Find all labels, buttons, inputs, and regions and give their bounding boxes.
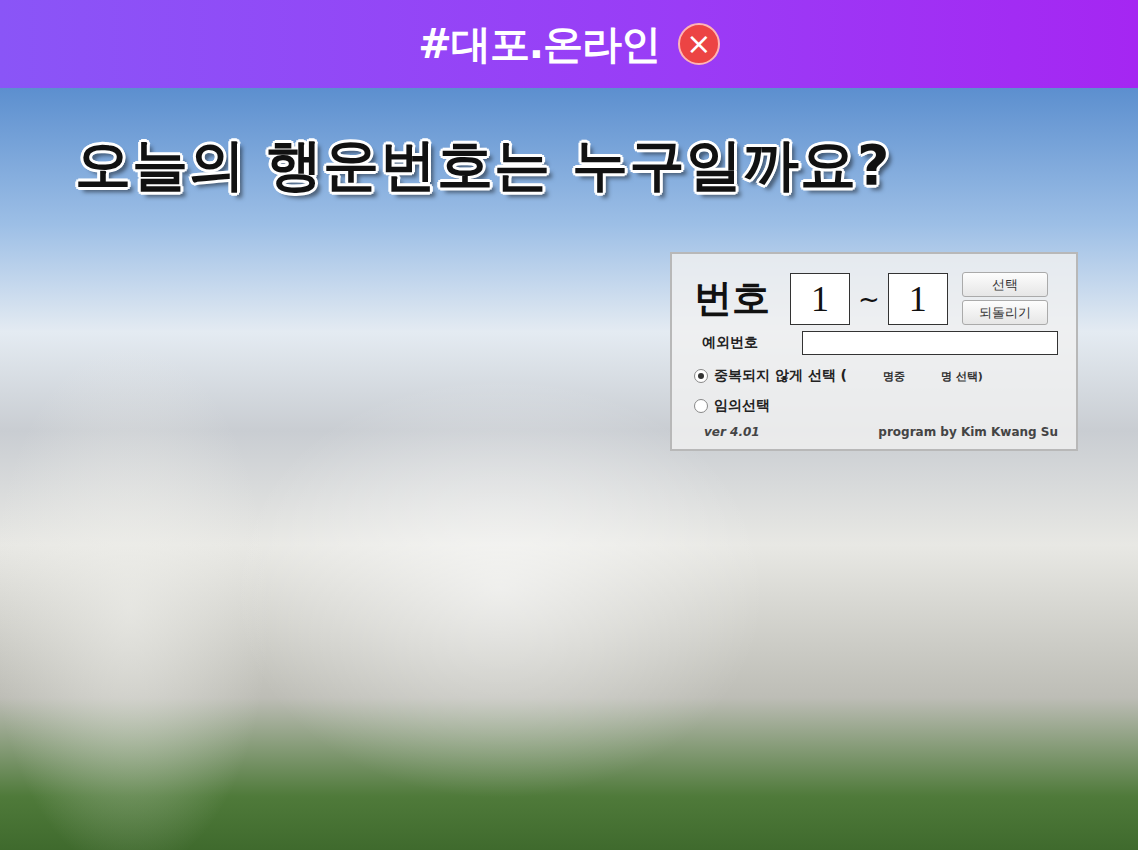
exception-field[interactable] — [802, 331, 1058, 355]
radio-button[interactable] — [694, 369, 708, 383]
version-label: ver 4.01 — [704, 425, 760, 439]
headline: 오늘의 행운번호는 누구일까요? — [75, 128, 890, 204]
count-field[interactable] — [911, 368, 935, 384]
title-bar: #대포.온라인 × — [0, 0, 1138, 88]
from-field[interactable]: 1 — [790, 273, 850, 325]
app-window: #대포.온라인×오늘의 행운번호는 누구일까요?번호1~1선택되돌리기예외번호중… — [0, 0, 1138, 850]
action-button[interactable]: 되돌리기 — [962, 300, 1048, 325]
range-separator: ~ — [858, 284, 880, 314]
to-field[interactable]: 1 — [888, 273, 948, 325]
castle-photo: 오늘의 행운번호는 누구일까요?번호1~1선택되돌리기예외번호중복되지 않게 선… — [0, 88, 1138, 850]
number-label: 번호 — [694, 273, 770, 324]
window-title: #대포.온라인 — [418, 17, 660, 72]
photo-background — [0, 88, 1138, 850]
close-button[interactable]: × — [678, 23, 720, 65]
credit-label: program by Kim Kwang Su — [878, 425, 1058, 439]
action-button[interactable]: 선택 — [962, 272, 1048, 297]
count-suffix: 명 선택) — [941, 369, 983, 384]
exception-label: 예외번호 — [694, 334, 794, 352]
count-field[interactable] — [853, 368, 877, 384]
count-suffix: 명중 — [883, 369, 905, 384]
mode-option[interactable]: 임의선택 — [694, 397, 1058, 415]
radio-button[interactable] — [694, 399, 708, 413]
mode-option[interactable]: 중복되지 않게 선택 (명중명 선택) — [694, 367, 1058, 385]
control-panel: 번호1~1선택되돌리기예외번호중복되지 않게 선택 (명중명 선택)임의선택ve… — [670, 252, 1078, 451]
